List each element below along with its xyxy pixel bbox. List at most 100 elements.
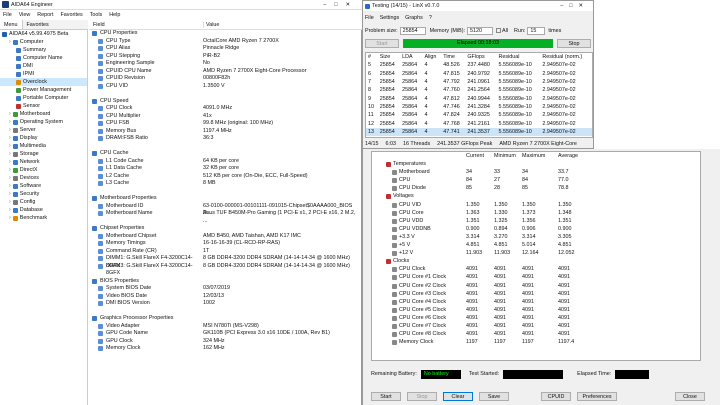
all-checkbox[interactable]	[496, 28, 501, 33]
sensor-row[interactable]: CPU Core #6 Clock 4091 4091 4091 4091	[372, 314, 700, 322]
sensor-row[interactable]: CPU Core #5 Clock 4091 4091 4091 4091	[372, 306, 700, 314]
tree-item[interactable]: Sensor	[0, 102, 87, 110]
expand-arrow-icon[interactable]: ›	[9, 174, 11, 182]
tree-item[interactable]: › Motherboard	[0, 110, 87, 118]
property-row[interactable]: Video BIOS Date 12/03/13	[89, 293, 362, 301]
property-row[interactable]: Motherboard Chipset AMD B450, AMD Taishan…	[89, 233, 362, 241]
expand-arrow-icon[interactable]: ›	[9, 118, 11, 126]
memory-input[interactable]: 5120	[467, 26, 493, 35]
property-row[interactable]: System BIOS Date 03/07/2019	[89, 285, 362, 293]
property-row[interactable]: CPU Stepping PiR-B2	[89, 53, 362, 61]
section-header[interactable]: Chipset Properties	[89, 225, 362, 233]
property-row[interactable]: L3 Cache 8 MB	[89, 180, 362, 188]
property-row[interactable]: CPU VID 1.3500 V	[89, 83, 362, 91]
sensor-row[interactable]: CPU Diode 85 28 85 78.8	[372, 184, 700, 192]
property-row[interactable]: DMI BIOS Version 1002	[89, 300, 362, 308]
linx-start-button[interactable]: Start	[365, 38, 399, 48]
sensor-row[interactable]: CPU VDDNB 0.900 0.894 0.906 0.900	[372, 225, 700, 233]
results-column-header[interactable]: Size	[378, 53, 400, 61]
property-row[interactable]: GPU Code Name GK110B (PCI Express 3.0 x16…	[89, 330, 362, 338]
menu-view[interactable]: View	[19, 12, 31, 18]
property-row[interactable]: L1 Code Cache 64 KB per core	[89, 158, 362, 166]
sensor-row[interactable]: CPU Core #3 Clock 4091 4091 4091 4091	[372, 290, 700, 298]
section-header[interactable]: Graphics Processor Properties	[89, 315, 362, 323]
expand-arrow-icon[interactable]: ›	[9, 134, 11, 142]
expand-arrow-icon[interactable]: ›	[9, 126, 11, 134]
property-row[interactable]: Command Rate (CR) 1T	[89, 248, 362, 256]
table-row[interactable]: 8 25854 25864 4 47.760 241.2564 5.556089e-10 2.…	[366, 86, 592, 94]
tree-item[interactable]: › Software	[0, 182, 87, 190]
sensor-column-header[interactable]: Maximum	[522, 152, 545, 160]
table-row[interactable]: 12 25854 25864 4 47.768 241.2161 5.556089e-10 2…	[366, 119, 592, 127]
results-column-header[interactable]: Residual (norm.)	[540, 53, 592, 61]
tree-item[interactable]: IPMI	[0, 70, 87, 78]
property-row[interactable]: Engineering Sample No	[89, 60, 362, 68]
property-row[interactable]: CPUID CPU Name AMD Ryzen 7 2700X Eight-Co…	[89, 68, 362, 76]
tree-item[interactable]: › DirectX	[0, 166, 87, 174]
problem-size-input[interactable]: 25854	[399, 26, 426, 35]
sensor-save-button[interactable]: Save	[479, 391, 509, 401]
menu-report[interactable]: Report	[37, 12, 53, 18]
value-column-header[interactable]: Value	[203, 22, 361, 28]
tab-favorites[interactable]: Favorites	[23, 22, 53, 28]
tree-item[interactable]: › Server	[0, 126, 87, 134]
field-column-header[interactable]: Field	[89, 22, 201, 28]
tree-item[interactable]: › Config	[0, 198, 87, 206]
sensor-close-button[interactable]: Close	[675, 391, 705, 401]
property-row[interactable]: Motherboard ID 63-0100-000001-00101111-09…	[89, 203, 362, 216]
table-row[interactable]: 9 25854 25864 4 47.812 240.9944 5.556089e-10 2.…	[366, 94, 592, 102]
property-row[interactable]: CPU FSB 99.8 MHz (original: 100 MHz)	[89, 120, 362, 128]
sensor-column-header[interactable]: Average	[558, 152, 578, 160]
sensor-row[interactable]: CPU Core #4 Clock 4091 4091 4091 4091	[372, 298, 700, 306]
menu-tools[interactable]: Tools	[90, 12, 103, 18]
property-row[interactable]: L1 Data Cache 32 KB per core	[89, 165, 362, 173]
property-row[interactable]: Memory Timings 16-16-16-39 (CL-RCD-RP-RAS…	[89, 240, 362, 248]
linx-window-controls-icon[interactable]: –□✕	[560, 3, 589, 9]
run-input[interactable]: 15	[527, 26, 546, 35]
table-row[interactable]: 5 25854 25864 4 48.526 237.4480 5.556089e-10 2.…	[366, 61, 592, 69]
tree-item[interactable]: › Operating System	[0, 118, 87, 126]
tree-item[interactable]: › Computer	[0, 38, 87, 46]
sensor-group-header[interactable]: Temperatures	[372, 160, 700, 168]
property-row[interactable]: CPU Alias Pinnacle Ridge	[89, 45, 362, 53]
tree-item[interactable]: › Multimedia	[0, 142, 87, 150]
section-header[interactable]: Motherboard Properties	[89, 195, 362, 203]
linx-menu-help[interactable]: ?	[429, 15, 432, 21]
sensor-group-header[interactable]: Voltages	[372, 192, 700, 200]
sensor-stop-button[interactable]: Stop	[407, 391, 437, 401]
table-row[interactable]: 10 25854 25864 4 47.746 241.3284 5.556089e-10 2…	[366, 103, 592, 111]
sensor-row[interactable]: CPU 84 27 84 77.0	[372, 176, 700, 184]
expand-arrow-icon[interactable]: ›	[9, 142, 11, 150]
results-column-header[interactable]: #	[366, 53, 378, 61]
menu-help[interactable]: Help	[109, 12, 120, 18]
sensor-column-header[interactable]: Minimum	[494, 152, 516, 160]
sensor-row[interactable]: CPU VDD 1.351 1.325 1.356 1.351	[372, 217, 700, 225]
expand-arrow-icon[interactable]: ›	[9, 182, 11, 190]
property-row[interactable]: Motherboard Name Asus TUF B450M-Pro Gamin…	[89, 210, 362, 224]
tree-item[interactable]: › Benchmark	[0, 214, 87, 222]
property-row[interactable]: DIMM1: G.Skill FlareX F4-3200C14-8GFX 8 G…	[89, 255, 362, 269]
menu-file[interactable]: File	[3, 12, 12, 18]
expand-arrow-icon[interactable]: ›	[9, 110, 11, 118]
expand-arrow-icon[interactable]: ›	[9, 150, 11, 158]
property-row[interactable]: CPU Type OctalCore AMD Ryzen 7 2700X	[89, 38, 362, 46]
tree-item[interactable]: Summary	[0, 46, 87, 54]
tree-item[interactable]: › Storage	[0, 150, 87, 158]
tree-item[interactable]: Portable Computer	[0, 94, 87, 102]
section-header[interactable]: BIOS Properties	[89, 278, 362, 286]
sensor-row[interactable]: +5 V 4.851 4.851 5.014 4.851	[372, 241, 700, 249]
sensor-row[interactable]: CPU VID 1.350 1.350 1.350 1.350	[372, 201, 700, 209]
tree-item[interactable]: › Display	[0, 134, 87, 142]
tree-item[interactable]: › Network	[0, 158, 87, 166]
sensor-start-button[interactable]: Start	[371, 391, 401, 401]
sensor-row[interactable]: CPU Core #8 Clock 4091 4091 4091 4091	[372, 330, 700, 338]
sensor-row[interactable]: Memory Clock 1197 1197 1197 1197.4	[372, 338, 700, 346]
property-row[interactable]: GPU Clock 324 MHz	[89, 338, 362, 346]
tree-item[interactable]: AIDA64 v5.99.4975 Beta	[0, 30, 87, 38]
results-column-header[interactable]: GFlops	[465, 53, 496, 61]
property-row[interactable]: L2 Cache 512 KB per core (On-Die, ECC, Fu…	[89, 173, 362, 181]
expand-arrow-icon[interactable]: ›	[9, 198, 11, 206]
sensor-row[interactable]: CPU Clock 4091 4091 4091 4091	[372, 265, 700, 273]
preferences-button[interactable]: Preferences	[577, 391, 617, 401]
results-column-header[interactable]: Align	[422, 53, 441, 61]
